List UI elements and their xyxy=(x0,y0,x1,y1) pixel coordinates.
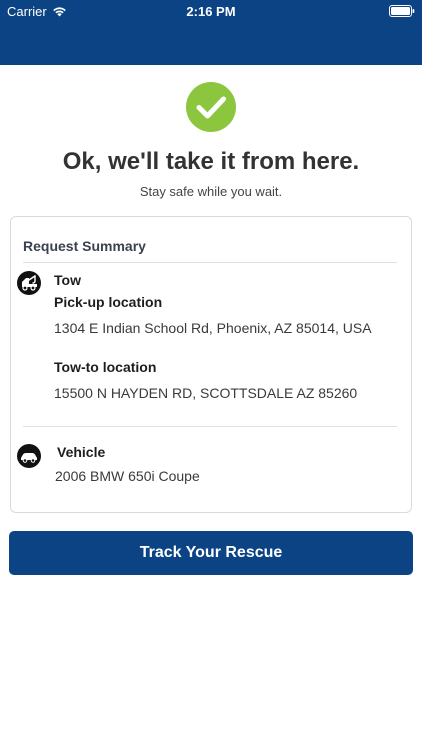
track-rescue-button[interactable]: Track Your Rescue xyxy=(9,531,413,575)
vehicle-value: 2006 BMW 650i Coupe xyxy=(55,468,200,484)
status-bar: Carrier 2:16 PM xyxy=(0,0,422,22)
summary-title: Request Summary xyxy=(23,238,146,254)
status-time: 2:16 PM xyxy=(186,4,236,19)
confirmation-headline: Ok, we'll take it from here. xyxy=(62,148,360,175)
battery-icon xyxy=(389,5,415,17)
tow-to-location-value: 15500 N HAYDEN RD, SCOTTSDALE AZ 85260 xyxy=(54,385,358,401)
app-header: Carrier 2:16 PM xyxy=(0,0,422,65)
request-summary-card: Request Summary Tow Pick-up location 130… xyxy=(10,216,412,513)
tow-to-location-label: Tow-to location xyxy=(54,359,157,375)
confirmation-subline: Stay safe while you wait. xyxy=(139,184,283,199)
car-icon xyxy=(17,444,41,468)
divider xyxy=(23,262,397,263)
divider xyxy=(23,426,397,427)
pickup-location-value: 1304 E Indian School Rd, Phoenix, AZ 850… xyxy=(54,320,372,336)
vehicle-label: Vehicle xyxy=(57,444,106,460)
service-type-label: Tow xyxy=(54,272,81,288)
tow-truck-icon xyxy=(17,271,41,295)
checkmark-icon xyxy=(186,82,236,132)
pickup-location-label: Pick-up location xyxy=(54,294,163,310)
